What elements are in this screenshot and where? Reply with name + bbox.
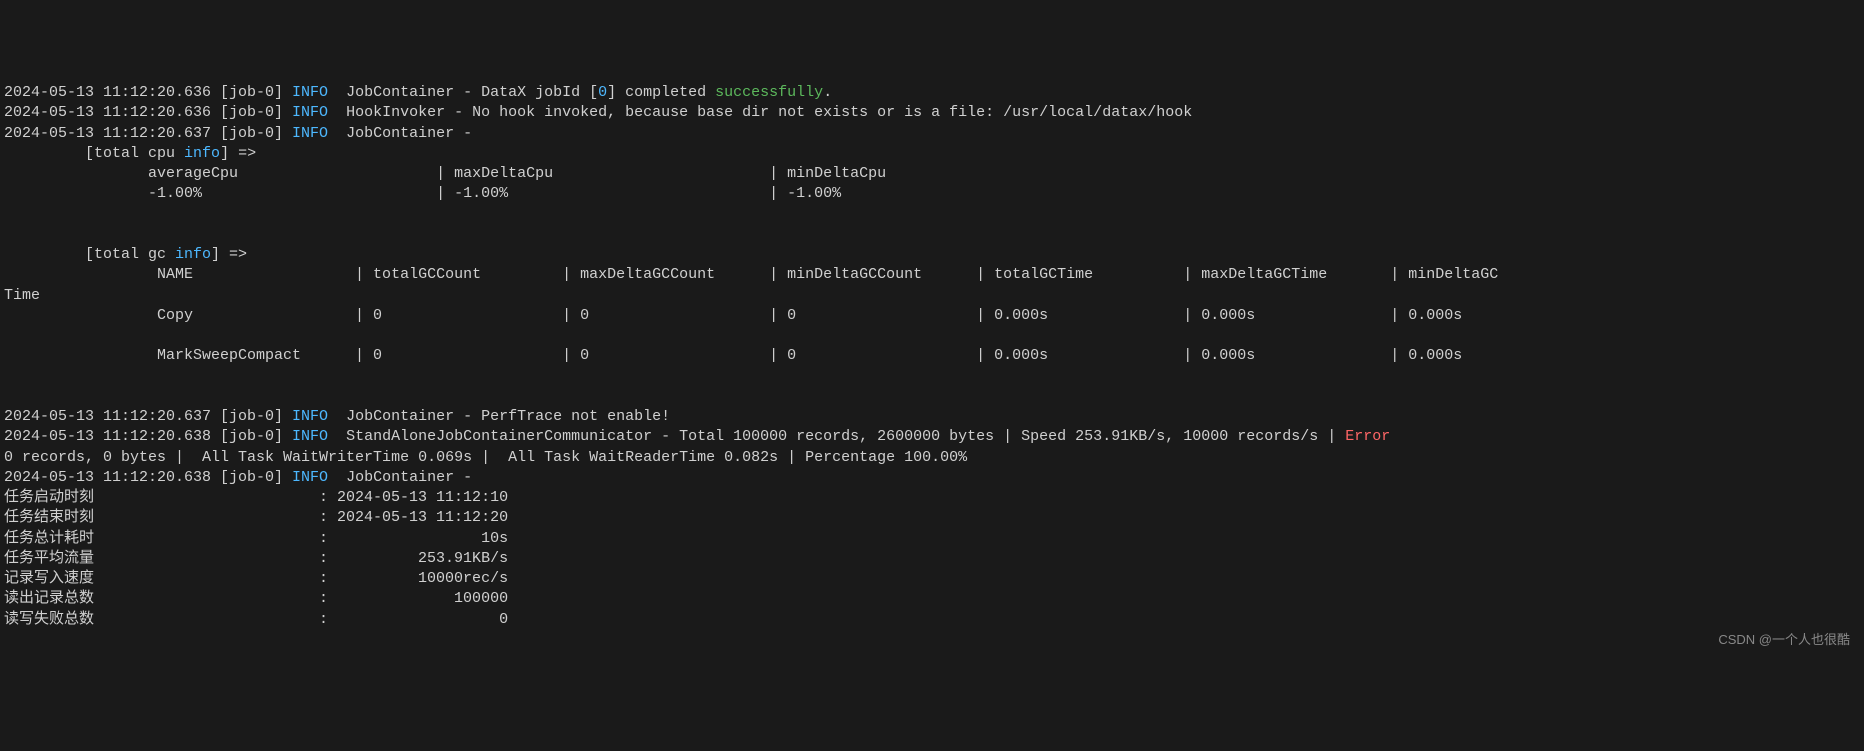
summary-row: 任务启动时刻 : 2024-05-13 11:12:10 xyxy=(4,489,508,506)
summary-row: 任务平均流量 : 253.91KB/s xyxy=(4,550,508,567)
terminal-output: 2024-05-13 11:12:20.636 [job-0] INFO Job… xyxy=(4,83,1860,630)
log-line: 2024-05-13 11:12:20.638 [job-0] INFO Job… xyxy=(4,469,481,486)
summary-row: 读出记录总数 : 100000 xyxy=(4,590,508,607)
log-line: 2024-05-13 11:12:20.637 [job-0] INFO Job… xyxy=(4,125,481,142)
log-line: 2024-05-13 11:12:20.637 [job-0] INFO Job… xyxy=(4,408,670,425)
log-line: 2024-05-13 11:12:20.638 [job-0] INFO Sta… xyxy=(4,428,1390,445)
summary-row: 任务总计耗时 : 10s xyxy=(4,530,508,547)
log-line: 0 records, 0 bytes | All Task WaitWriter… xyxy=(4,449,967,466)
summary-row: 读写失败总数 : 0 xyxy=(4,611,508,628)
log-line: 2024-05-13 11:12:20.636 [job-0] INFO Hoo… xyxy=(4,104,1192,121)
gc-info-header: [total gc info] => xyxy=(85,246,256,263)
watermark-text: CSDN @一个人也很酷 xyxy=(1718,631,1850,649)
cpu-info-header: [total cpu info] => xyxy=(85,145,265,162)
summary-row: 任务结束时刻 : 2024-05-13 11:12:20 xyxy=(4,509,508,526)
log-line: 2024-05-13 11:12:20.636 [job-0] INFO Job… xyxy=(4,84,832,101)
summary-row: 记录写入速度 : 10000rec/s xyxy=(4,570,508,587)
